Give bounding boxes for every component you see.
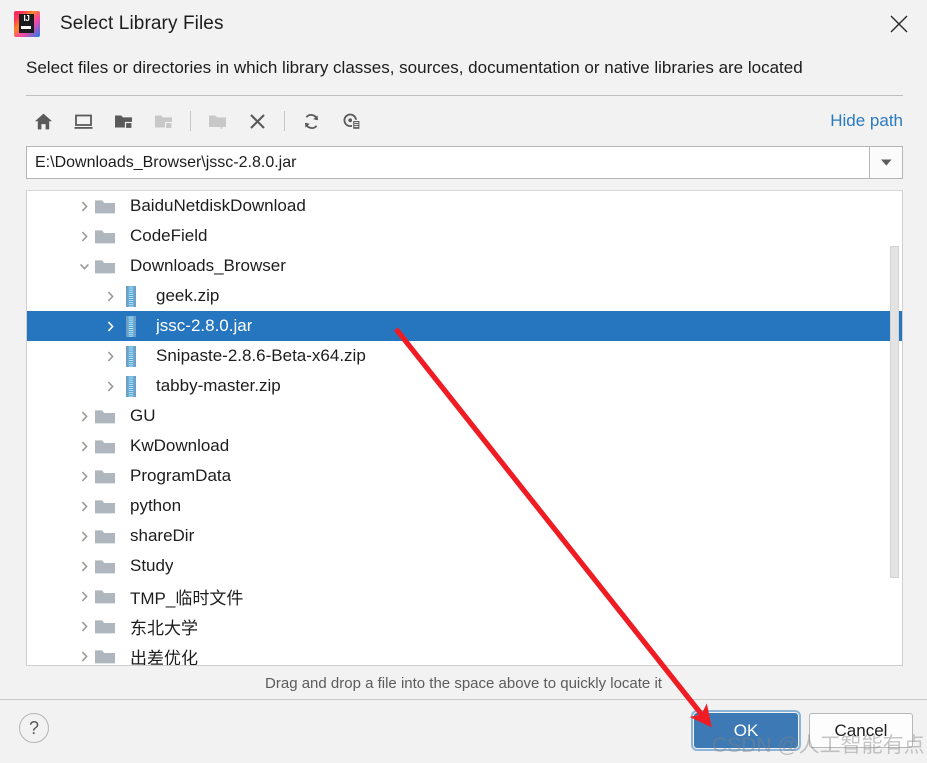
folder-icon <box>94 257 121 276</box>
folder-icon <box>94 227 121 246</box>
delete-icon[interactable] <box>240 104 274 138</box>
folder-icon <box>94 197 121 216</box>
intellij-idea-logo-icon: IJ <box>14 10 40 37</box>
folder-icon <box>94 407 121 426</box>
tree-row-label: python <box>130 496 182 515</box>
tree-row[interactable]: python <box>27 491 902 521</box>
tree-scrollbar-thumb[interactable] <box>890 246 899 578</box>
tree-row-label: Downloads_Browser <box>130 256 286 275</box>
tree-scrollbar[interactable] <box>889 193 900 663</box>
tree-row[interactable]: BaiduNetdiskDownload <box>27 191 902 221</box>
tree-row[interactable]: Study <box>27 551 902 581</box>
dialog-description: Select files or directories in which lib… <box>26 58 803 77</box>
tree-row-label: tabby-master.zip <box>156 376 281 395</box>
folder-project-icon[interactable] <box>106 104 140 138</box>
tree-row[interactable]: geek.zip <box>27 281 902 311</box>
tree-row[interactable]: ProgramData <box>27 461 902 491</box>
tree-row[interactable]: Snipaste-2.8.6-Beta-x64.zip <box>27 341 902 371</box>
tree-row-label: Snipaste-2.8.6-Beta-x64.zip <box>156 346 366 365</box>
tree-row-label: BaiduNetdiskDownload <box>130 196 306 215</box>
folder-icon <box>94 497 121 516</box>
tree-row[interactable]: 出差优化 <box>27 641 902 665</box>
new-folder-icon <box>200 104 234 138</box>
folder-icon <box>94 587 121 606</box>
ok-button[interactable]: OK <box>691 710 801 751</box>
folder-module-icon <box>146 104 180 138</box>
show-hidden-icon[interactable] <box>334 104 368 138</box>
tree-row[interactable]: CodeField <box>27 221 902 251</box>
archive-icon <box>123 315 147 337</box>
tree-row-label: ProgramData <box>130 466 232 485</box>
tree-row[interactable]: KwDownload <box>27 431 902 461</box>
title-bar: IJ Select Library Files <box>0 0 927 47</box>
tree-row-label: 东北大学 <box>130 618 198 638</box>
toolbar-separator-1 <box>190 111 191 131</box>
chevron-right-icon[interactable] <box>97 371 123 401</box>
path-combobox[interactable]: E:\Downloads_Browser\jssc-2.8.0.jar <box>26 146 903 179</box>
drag-drop-hint: Drag and drop a file into the space abov… <box>265 675 662 692</box>
tree-row-label: GU <box>130 406 156 425</box>
window-title: Select Library Files <box>60 12 224 34</box>
tree-row-label: shareDir <box>130 526 195 545</box>
chevron-right-icon[interactable] <box>97 311 123 341</box>
tree-row[interactable]: GU <box>27 401 902 431</box>
help-button[interactable]: ? <box>19 713 49 743</box>
tree-row[interactable]: TMP_临时文件 <box>27 581 902 611</box>
folder-icon <box>94 647 121 666</box>
tree-row[interactable]: shareDir <box>27 521 902 551</box>
folder-icon <box>94 467 121 486</box>
file-tree[interactable]: BaiduNetdiskDownload CodeField Downloads_B… <box>27 191 902 665</box>
file-chooser-toolbar: Hide path <box>0 96 927 146</box>
chevron-right-icon[interactable] <box>97 341 123 371</box>
path-input[interactable]: E:\Downloads_Browser\jssc-2.8.0.jar <box>26 146 869 179</box>
tree-row[interactable]: Downloads_Browser <box>27 251 902 281</box>
archive-icon <box>123 345 147 367</box>
folder-icon <box>94 557 121 576</box>
chevron-down-icon[interactable] <box>869 146 903 179</box>
hide-path-link[interactable]: Hide path <box>830 111 903 131</box>
desktop-icon[interactable] <box>66 104 100 138</box>
tree-row-label: jssc-2.8.0.jar <box>156 316 253 335</box>
tree-row-label: KwDownload <box>130 436 230 455</box>
tree-row-label: Study <box>130 556 174 575</box>
archive-icon <box>123 285 147 307</box>
archive-icon <box>123 375 147 397</box>
tree-row[interactable]: jssc-2.8.0.jar <box>27 311 902 341</box>
tree-row[interactable]: tabby-master.zip <box>27 371 902 401</box>
close-icon[interactable] <box>871 0 927 47</box>
tree-row-label: TMP_临时文件 <box>130 588 244 608</box>
tree-row[interactable]: 东北大学 <box>27 611 902 641</box>
folder-icon <box>94 437 121 456</box>
select-library-files-dialog: IJ Select Library Files Select files or … <box>0 0 927 763</box>
chevron-right-icon[interactable] <box>97 281 123 311</box>
tree-row-label: geek.zip <box>156 286 220 305</box>
toolbar-separator-2 <box>284 111 285 131</box>
cancel-button[interactable]: Cancel <box>809 713 913 748</box>
home-icon[interactable] <box>26 104 60 138</box>
tree-row-label: CodeField <box>130 226 208 245</box>
refresh-icon[interactable] <box>294 104 328 138</box>
dialog-button-bar: ? OK Cancel <box>0 700 927 763</box>
tree-row-label: 出差优化 <box>130 648 198 666</box>
folder-icon <box>94 617 121 636</box>
file-tree-panel: BaiduNetdiskDownload CodeField Downloads_B… <box>26 190 903 666</box>
folder-icon <box>94 527 121 546</box>
